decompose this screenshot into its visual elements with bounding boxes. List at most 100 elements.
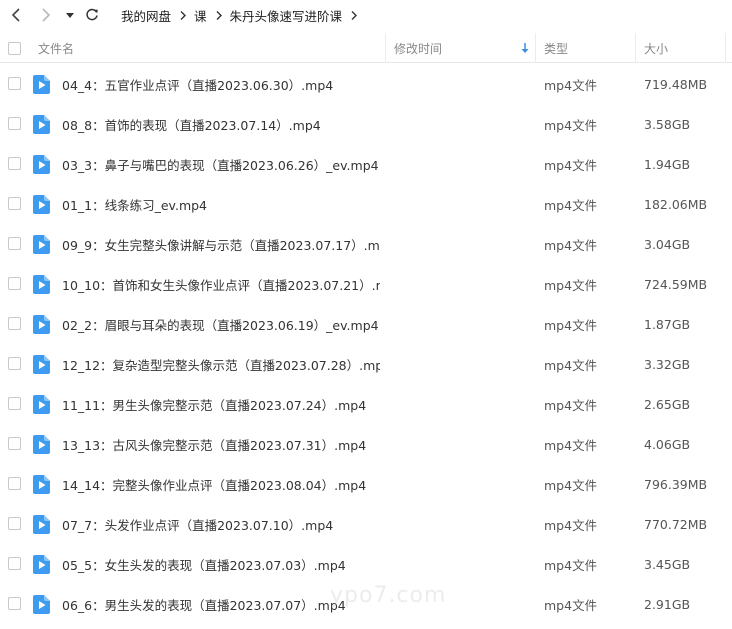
row-checkbox[interactable] <box>8 157 21 170</box>
row-checkbox[interactable] <box>8 557 21 570</box>
file-size: 2.91GB <box>644 596 691 612</box>
column-header-type[interactable]: 类型 <box>544 33 568 63</box>
file-size: 2.65GB <box>644 396 691 412</box>
video-file-icon <box>33 235 50 254</box>
row-checkbox[interactable] <box>8 117 21 130</box>
file-name[interactable]: 11_11：男生头像完整示范（直播2023.07.24）.mp4 <box>62 384 380 424</box>
column-header-name[interactable]: 文件名 <box>38 33 74 63</box>
file-type: mp4文件 <box>544 277 598 293</box>
file-name[interactable]: 13_13：古风头像完整示范（直播2023.07.31）.mp4 <box>62 424 380 464</box>
file-row[interactable]: 06_6：男生头发的表现（直播2023.07.07）.mp4 mp4文件 2.91G… <box>0 584 732 624</box>
file-name[interactable]: 03_3：鼻子与嘴巴的表现（直播2023.06.26）_ev.mp4 <box>62 144 380 184</box>
file-size: 3.58GB <box>644 116 691 132</box>
history-dropdown-button[interactable] <box>60 3 80 27</box>
file-type: mp4文件 <box>544 557 598 573</box>
file-name[interactable]: 05_5：女生头发的表现（直播2023.07.03）.mp4 <box>62 544 380 584</box>
file-row[interactable]: 10_10：首饰和女生头像作业点评（直播2023.07.21）.m... mp4文… <box>0 264 732 304</box>
column-divider[interactable] <box>725 33 726 63</box>
video-file-icon <box>33 155 50 174</box>
file-row[interactable]: 01_1：线条练习_ev.mp4 mp4文件 182.06MB <box>0 184 732 224</box>
video-file-icon <box>33 195 50 214</box>
file-size: 182.06MB <box>644 196 708 212</box>
file-row[interactable]: 12_12：复杂造型完整头像示范（直播2023.07.28）.mp4 mp4文件 3… <box>0 344 732 384</box>
file-row[interactable]: 08_8：首饰的表现（直播2023.07.14）.mp4 mp4文件 3.58GB <box>0 104 732 144</box>
sort-down-arrow-icon[interactable] <box>520 33 530 63</box>
video-file-icon <box>33 315 50 334</box>
file-size: 3.32GB <box>644 356 691 372</box>
chevron-right-icon <box>179 10 187 21</box>
file-size: 796.39MB <box>644 476 708 492</box>
file-type: mp4文件 <box>544 237 598 253</box>
row-checkbox[interactable] <box>8 477 21 490</box>
column-divider[interactable] <box>535 33 536 63</box>
column-header-size[interactable]: 大小 <box>644 33 668 63</box>
back-button[interactable] <box>5 3 27 27</box>
row-checkbox[interactable] <box>8 277 21 290</box>
row-checkbox[interactable] <box>8 237 21 250</box>
file-row[interactable]: 03_3：鼻子与嘴巴的表现（直播2023.06.26）_ev.mp4 mp4文件 1… <box>0 144 732 184</box>
file-name[interactable]: 14_14：完整头像作业点评（直播2023.08.04）.mp4 <box>62 464 380 504</box>
row-checkbox[interactable] <box>8 517 21 530</box>
file-name[interactable]: 01_1：线条练习_ev.mp4 <box>62 184 380 224</box>
file-name[interactable]: 09_9：女生完整头像讲解与示范（直播2023.07.17）.mp4 <box>62 224 380 264</box>
file-row[interactable]: 11_11：男生头像完整示范（直播2023.07.24）.mp4 mp4文件 2.6… <box>0 384 732 424</box>
file-name[interactable]: 07_7：头发作业点评（直播2023.07.10）.mp4 <box>62 504 380 544</box>
row-checkbox[interactable] <box>8 317 21 330</box>
file-row[interactable]: 14_14：完整头像作业点评（直播2023.08.04）.mp4 mp4文件 796… <box>0 464 732 504</box>
file-size: 4.06GB <box>644 436 691 452</box>
file-type: mp4文件 <box>544 317 598 333</box>
file-name[interactable]: 02_2：眉眼与耳朵的表现（直播2023.06.19）_ev.mp4 <box>62 304 380 344</box>
video-file-icon <box>33 115 50 134</box>
column-header-modified[interactable]: 修改时间 <box>394 33 442 63</box>
file-name[interactable]: 08_8：首饰的表现（直播2023.07.14）.mp4 <box>62 104 380 144</box>
breadcrumb: 我的网盘 课 朱丹头像速写进阶课 <box>121 0 365 30</box>
file-row[interactable]: 05_5：女生头发的表现（直播2023.07.03）.mp4 mp4文件 3.45G… <box>0 544 732 584</box>
breadcrumb-item-course[interactable]: 课 <box>194 6 207 25</box>
column-divider[interactable] <box>385 33 386 63</box>
file-type: mp4文件 <box>544 357 598 373</box>
breadcrumb-item-current-folder[interactable]: 朱丹头像速写进阶课 <box>230 6 343 25</box>
file-name[interactable]: 04_4：五官作业点评（直播2023.06.30）.mp4 <box>62 64 380 104</box>
chevron-left-icon <box>11 8 20 22</box>
file-type: mp4文件 <box>544 157 598 173</box>
file-name[interactable]: 06_6：男生头发的表现（直播2023.07.07）.mp4 <box>62 584 380 624</box>
file-size: 1.94GB <box>644 156 691 172</box>
select-all-checkbox[interactable] <box>8 41 21 55</box>
file-name[interactable]: 12_12：复杂造型完整头像示范（直播2023.07.28）.mp4 <box>62 344 380 384</box>
breadcrumb-item-my-drive[interactable]: 我的网盘 <box>121 6 171 25</box>
file-row[interactable]: 09_9：女生完整头像讲解与示范（直播2023.07.17）.mp4 mp4文件 3… <box>0 224 732 264</box>
file-list-header: 文件名 修改时间 类型 大小 <box>0 33 732 63</box>
row-checkbox[interactable] <box>8 197 21 210</box>
file-row[interactable]: 04_4：五官作业点评（直播2023.06.30）.mp4 mp4文件 719.48… <box>0 64 732 104</box>
video-file-icon <box>33 515 50 534</box>
file-type: mp4文件 <box>544 597 598 613</box>
chevron-right-icon <box>215 10 223 21</box>
caret-down-icon <box>66 13 74 18</box>
refresh-button[interactable] <box>81 3 103 27</box>
file-size: 770.72MB <box>644 516 708 532</box>
row-checkbox[interactable] <box>8 357 21 370</box>
file-row[interactable]: 13_13：古风头像完整示范（直播2023.07.31）.mp4 mp4文件 4.0… <box>0 424 732 464</box>
column-divider[interactable] <box>635 33 636 63</box>
row-checkbox[interactable] <box>8 397 21 410</box>
file-size: 1.87GB <box>644 316 691 332</box>
file-size: 3.45GB <box>644 556 691 572</box>
file-size: 724.59MB <box>644 276 708 292</box>
row-checkbox[interactable] <box>8 597 21 610</box>
video-file-icon <box>33 555 50 574</box>
row-checkbox[interactable] <box>8 77 21 90</box>
row-checkbox[interactable] <box>8 437 21 450</box>
video-file-icon <box>33 275 50 294</box>
file-row[interactable]: 02_2：眉眼与耳朵的表现（直播2023.06.19）_ev.mp4 mp4文件 1… <box>0 304 732 344</box>
video-file-icon <box>33 355 50 374</box>
file-row[interactable]: 07_7：头发作业点评（直播2023.07.10）.mp4 mp4文件 770.72… <box>0 504 732 544</box>
file-size: 3.04GB <box>644 236 691 252</box>
forward-button[interactable] <box>35 3 57 27</box>
chevron-right-icon <box>350 10 358 21</box>
file-size: 719.48MB <box>644 76 708 92</box>
file-type: mp4文件 <box>544 77 598 93</box>
file-type: mp4文件 <box>544 197 598 213</box>
file-type: mp4文件 <box>544 437 598 453</box>
video-file-icon <box>33 475 50 494</box>
file-name[interactable]: 10_10：首饰和女生头像作业点评（直播2023.07.21）.m... <box>62 264 380 304</box>
